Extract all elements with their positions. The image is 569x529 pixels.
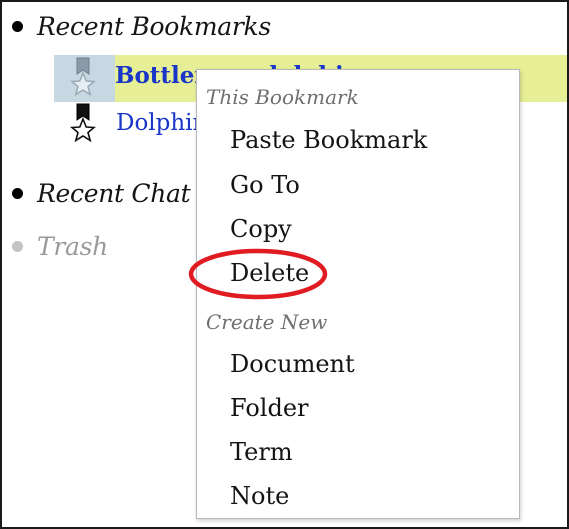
bullet-icon xyxy=(12,21,23,32)
tree-item-recent-bookmarks[interactable]: Recent Bookmarks xyxy=(12,12,271,41)
menu-item-document[interactable]: Document xyxy=(230,350,355,378)
menu-section-this-bookmark: This Bookmark xyxy=(206,85,359,109)
menu-section-create-new: Create New xyxy=(206,310,328,334)
bookmark-label[interactable]: Dolphin xyxy=(116,110,207,136)
bookmark-star-icon xyxy=(70,57,96,97)
tree-item-trash[interactable]: Trash xyxy=(12,232,108,261)
bookmark-star-icon xyxy=(69,103,97,143)
tree-item-recent-chats[interactable]: Recent Chat xyxy=(12,179,191,208)
menu-item-folder[interactable]: Folder xyxy=(230,394,309,422)
tree-item-label: Recent Bookmarks xyxy=(37,12,271,41)
tree-item-label: Trash xyxy=(37,232,108,261)
menu-item-paste-bookmark[interactable]: Paste Bookmark xyxy=(230,126,427,154)
menu-item-note[interactable]: Note xyxy=(230,482,289,510)
tree-item-label: Recent Chat xyxy=(37,179,191,208)
menu-item-term[interactable]: Term xyxy=(230,438,293,466)
bookmark-tree-panel: Recent Bookmarks Bottlenose dolphin Dolp… xyxy=(0,0,569,529)
bullet-icon xyxy=(12,241,23,252)
menu-item-go-to[interactable]: Go To xyxy=(230,171,300,199)
annotation-ellipse xyxy=(188,248,328,300)
menu-item-copy[interactable]: Copy xyxy=(230,215,292,243)
bullet-icon xyxy=(12,188,23,199)
